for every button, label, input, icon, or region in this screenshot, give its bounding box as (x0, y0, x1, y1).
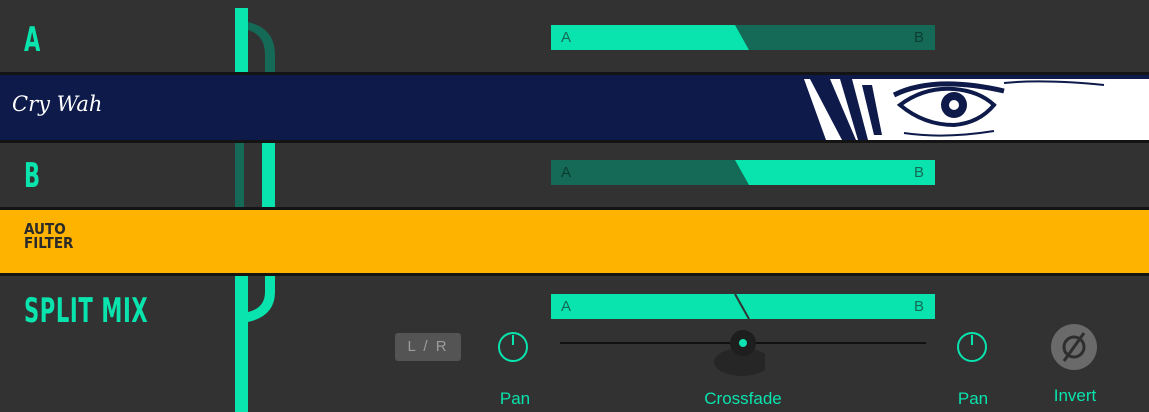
split-mix-bar-left-label: A (561, 298, 572, 315)
autofilter-row: AUTO FILTER (0, 210, 1149, 273)
crywah-title: Cry Wah (12, 92, 103, 116)
crossfade-handle[interactable] (727, 327, 759, 359)
chain-a-mix-bar[interactable]: A B (551, 25, 935, 50)
split-mix-title: SPLIT MIX (24, 291, 149, 331)
pan-right-knob-icon[interactable] (955, 330, 989, 364)
chain-b-bar-right-label: B (914, 164, 925, 181)
split-mix-bar-right-label: B (914, 298, 925, 315)
crossfade-label: Crossfade (704, 389, 782, 408)
lr-toggle-button[interactable]: L / R (395, 333, 461, 361)
invert-label: Invert (1053, 386, 1097, 405)
chain-a-bar-right-label: B (914, 29, 925, 46)
chain-a-title: A (24, 20, 41, 60)
eye-illustration-icon (804, 79, 1149, 140)
autofilter-title-line2: FILTER (24, 234, 74, 252)
chain-b-mix-bar[interactable]: A B (551, 160, 935, 185)
device-rack: A A B Cry Wah B A B AUTO FILTER SPLIT MI… (0, 0, 1149, 412)
chain-a-bar-left-label: A (561, 29, 572, 46)
chain-b-title: B (24, 156, 41, 196)
chain-a-row: A A B (0, 0, 1149, 72)
phase-invert-icon[interactable] (1050, 323, 1098, 371)
autofilter-title: AUTO FILTER (24, 222, 74, 252)
split-mix-bar[interactable]: A B (551, 294, 935, 319)
pan-right-label: Pan (957, 389, 989, 408)
chain-b-row: B A B (0, 143, 1149, 207)
chain-a-mix-fill (551, 25, 935, 50)
chain-routing-lines (235, 8, 275, 412)
split-mix-fill (551, 294, 935, 319)
chain-b-mix-fill (551, 160, 935, 185)
pan-left-knob-icon[interactable] (496, 330, 530, 364)
chain-b-bar-left-label: A (561, 164, 572, 181)
crossfade-slider[interactable] (560, 327, 926, 376)
crywah-row: Cry Wah (0, 75, 1149, 140)
pan-left-label: Pan (499, 389, 531, 408)
